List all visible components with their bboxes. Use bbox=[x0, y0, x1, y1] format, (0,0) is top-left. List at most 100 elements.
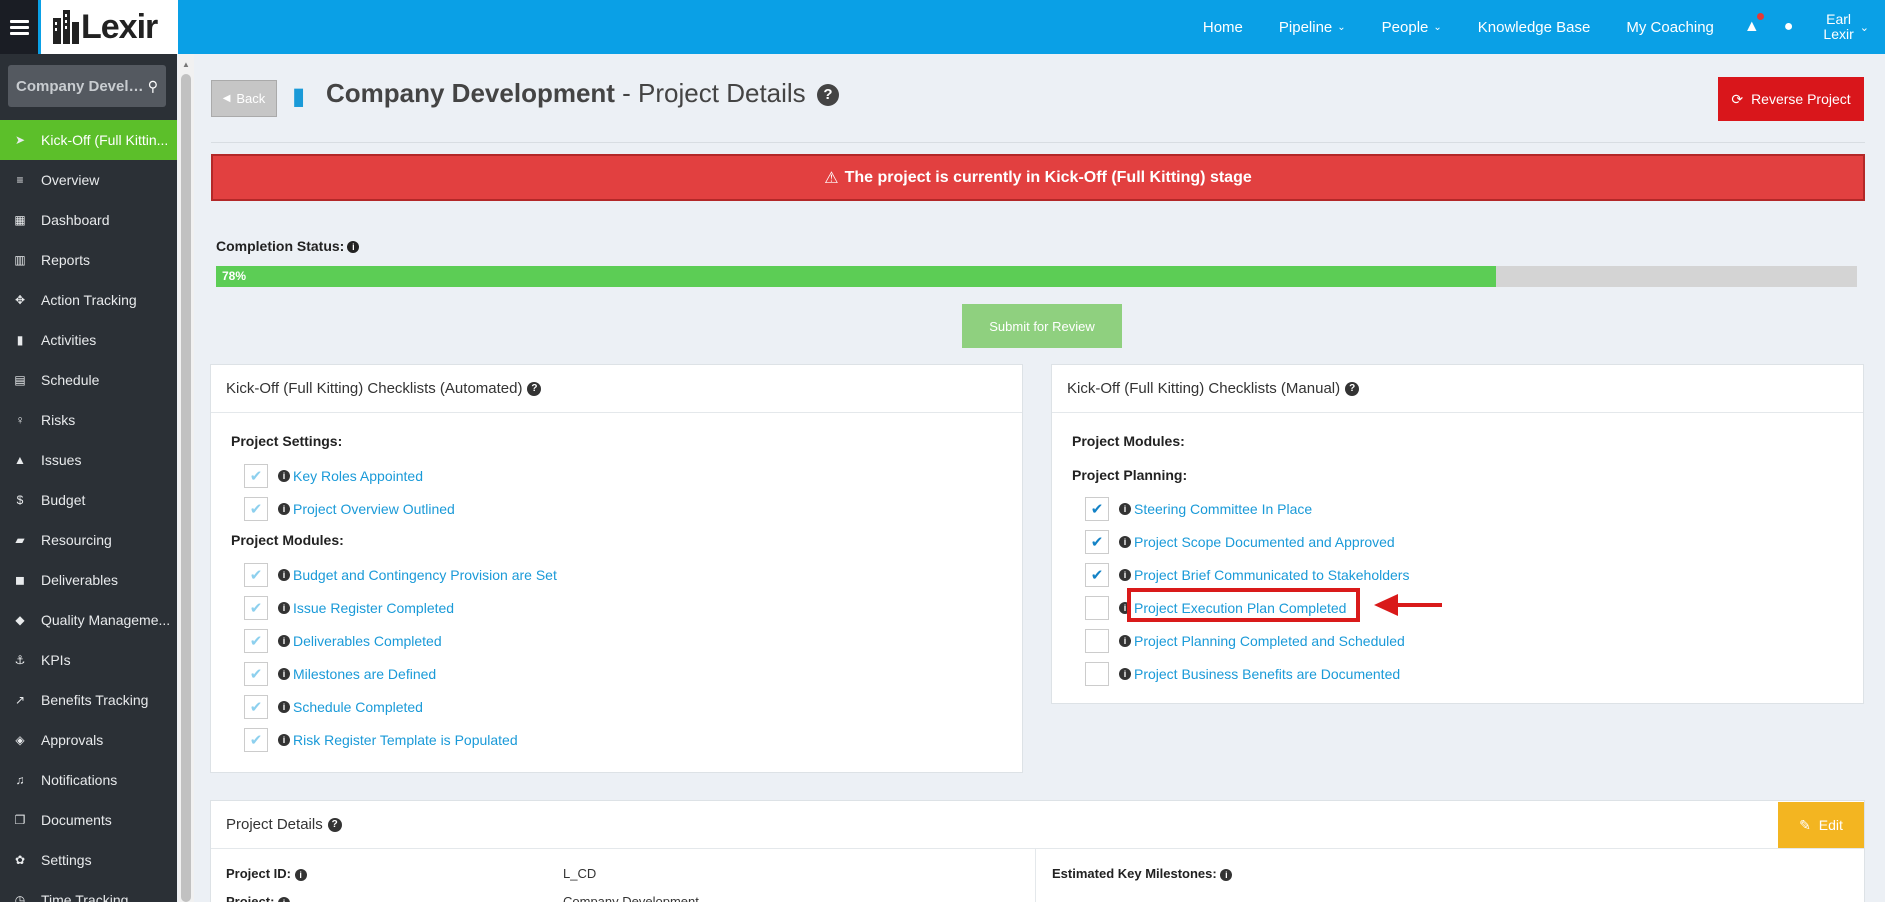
checklist-checkbox[interactable]: ✔ bbox=[244, 563, 268, 587]
sidebar-item-activities[interactable]: ▮ Activities bbox=[0, 320, 177, 360]
sidebar-project-search[interactable]: Company Develo... ⚲ bbox=[8, 65, 166, 107]
checklist-checkbox[interactable]: ✔ bbox=[1085, 497, 1109, 521]
sidebar-item-overview[interactable]: ≡ Overview bbox=[0, 160, 177, 200]
nav-knowledge-base[interactable]: Knowledge Base bbox=[1460, 0, 1609, 54]
submit-for-review-button[interactable]: Submit for Review bbox=[962, 304, 1122, 348]
sidebar-item-issues[interactable]: ▲ Issues bbox=[0, 440, 177, 480]
edit-button-label: Edit bbox=[1818, 817, 1843, 833]
checklist-item-link[interactable]: Deliverables Completed bbox=[293, 633, 442, 649]
nav-people[interactable]: People ⌄ bbox=[1364, 0, 1460, 54]
sidebar-item-time-tracking[interactable]: ◷ Time Tracking bbox=[0, 880, 177, 902]
checklist-checkbox[interactable]: ✔ bbox=[244, 662, 268, 686]
sidebar-item-benefits-tracking[interactable]: ↗ Benefits Tracking bbox=[0, 680, 177, 720]
info-icon[interactable]: i bbox=[278, 734, 290, 746]
checklist-checkbox[interactable]: ✔ bbox=[244, 497, 268, 521]
sidebar-item-schedule[interactable]: ▤ Schedule bbox=[0, 360, 177, 400]
checklist-checkbox[interactable]: ✔ bbox=[244, 728, 268, 752]
checklist-checkbox[interactable]: ✔ bbox=[244, 629, 268, 653]
info-icon[interactable]: i bbox=[278, 470, 290, 482]
sidebar-item-approvals[interactable]: ◈ Approvals bbox=[0, 720, 177, 760]
info-icon[interactable]: i bbox=[278, 701, 290, 713]
checklist-item-link[interactable]: Budget and Contingency Provision are Set bbox=[293, 567, 557, 583]
logo[interactable]: Lexir bbox=[41, 0, 178, 54]
checklist-checkbox[interactable]: ✔ bbox=[1085, 563, 1109, 587]
notification-dot bbox=[1756, 13, 1764, 20]
help-icon[interactable]: ? bbox=[327, 817, 342, 832]
edit-button[interactable]: ✎ Edit bbox=[1778, 802, 1864, 848]
reverse-project-button[interactable]: ⟳ Reverse Project bbox=[1718, 77, 1864, 121]
info-icon[interactable]: i bbox=[278, 897, 291, 902]
sidebar-item-kick-off-full-kittin[interactable]: ➤ Kick-Off (Full Kittin... bbox=[0, 120, 177, 160]
checklist-item-link[interactable]: Project Brief Communicated to Stakeholde… bbox=[1134, 567, 1409, 583]
checklist-item-link[interactable]: Project Business Benefits are Documented bbox=[1134, 666, 1400, 682]
checklist-checkbox[interactable]: ✔ bbox=[1085, 596, 1109, 620]
checklist-checkbox[interactable]: ✔ bbox=[1085, 662, 1109, 686]
nav-home[interactable]: Home bbox=[1185, 0, 1261, 54]
checklist-checkbox[interactable]: ✔ bbox=[1085, 629, 1109, 653]
checklist-item-link[interactable]: Project Scope Documented and Approved bbox=[1134, 534, 1395, 550]
chevron-down-icon[interactable]: ⌄ bbox=[1860, 21, 1885, 34]
checklist-item: ✔ i Budget and Contingency Provision are S… bbox=[244, 563, 557, 587]
checklist-item-link[interactable]: Project Overview Outlined bbox=[293, 501, 455, 517]
help-icon[interactable]: ? bbox=[527, 381, 542, 396]
user-menu[interactable]: Earl Lexir bbox=[1805, 12, 1859, 42]
sidebar-item-risks[interactable]: ♀ Risks bbox=[0, 400, 177, 440]
sidebar-item-notifications[interactable]: ♫ Notifications bbox=[0, 760, 177, 800]
checklist-item-link[interactable]: Milestones are Defined bbox=[293, 666, 436, 682]
sidebar-item-documents[interactable]: ❐ Documents bbox=[0, 800, 177, 840]
sidebar-item-budget[interactable]: $ Budget bbox=[0, 480, 177, 520]
info-icon[interactable]: i bbox=[1119, 569, 1131, 581]
info-icon[interactable]: i bbox=[294, 869, 307, 881]
checklist-checkbox[interactable]: ✔ bbox=[1085, 530, 1109, 554]
checklist-item-link[interactable]: Steering Committee In Place bbox=[1134, 501, 1312, 517]
checklist-item-link[interactable]: Project Planning Completed and Scheduled bbox=[1134, 633, 1405, 649]
info-icon[interactable]: i bbox=[1119, 536, 1131, 548]
scrollbar-thumb[interactable] bbox=[181, 74, 191, 902]
info-icon[interactable]: i bbox=[1119, 668, 1131, 680]
info-icon[interactable]: i bbox=[278, 569, 290, 581]
manual-panel-title: Kick-Off (Full Kitting) Checklists (Manu… bbox=[1067, 380, 1341, 397]
sidebar-item-action-tracking[interactable]: ✥ Action Tracking bbox=[0, 280, 177, 320]
tag-icon: ◆ bbox=[15, 613, 25, 627]
checklist-checkbox[interactable]: ✔ bbox=[244, 596, 268, 620]
nav-my-coaching[interactable]: My Coaching bbox=[1608, 0, 1732, 54]
sidebar-item-kpis[interactable]: ⚓ KPIs bbox=[0, 640, 177, 680]
checklist-item-link[interactable]: Issue Register Completed bbox=[293, 600, 454, 616]
info-icon[interactable]: i bbox=[278, 635, 290, 647]
sidebar-item-settings[interactable]: ✿ Settings bbox=[0, 840, 177, 880]
hamburger-menu-icon[interactable] bbox=[0, 0, 38, 54]
info-icon[interactable]: i bbox=[1119, 635, 1131, 647]
nav-pipeline[interactable]: Pipeline ⌄ bbox=[1261, 0, 1364, 54]
checklist-checkbox[interactable]: ✔ bbox=[244, 695, 268, 719]
checklist-item-link[interactable]: Schedule Completed bbox=[293, 699, 423, 715]
project-name-label-text: Project: bbox=[226, 894, 275, 902]
sidebar-item-quality-manageme[interactable]: ◆ Quality Manageme... bbox=[0, 600, 177, 640]
info-icon[interactable]: i bbox=[278, 668, 290, 680]
sidebar-item-reports[interactable]: ▥ Reports bbox=[0, 240, 177, 280]
sidebar: Company Develo... ⚲ ➤ Kick-Off (Full Kitt… bbox=[0, 54, 177, 902]
globe-icon[interactable]: ● bbox=[1772, 0, 1806, 54]
sidebar-item-label: Benefits Tracking bbox=[41, 692, 149, 708]
sidebar-menu: ➤ Kick-Off (Full Kittin... ≡ Overview ▦ Dashb… bbox=[0, 120, 177, 902]
sidebar-item-deliverables[interactable]: ◼ Deliverables bbox=[0, 560, 177, 600]
scroll-up-arrow-icon[interactable]: ▲ bbox=[181, 60, 191, 70]
checklist-item: ✔ i Schedule Completed bbox=[244, 695, 423, 719]
checklist-item-link[interactable]: Risk Register Template is Populated bbox=[293, 732, 518, 748]
alert-warning-icon[interactable]: ▲ bbox=[1732, 0, 1772, 54]
info-icon[interactable]: i bbox=[278, 602, 290, 614]
help-icon[interactable]: ? bbox=[1345, 381, 1360, 396]
checklist-checkbox[interactable]: ✔ bbox=[244, 464, 268, 488]
logo-text: Lexir bbox=[81, 7, 158, 46]
info-icon[interactable]: i bbox=[1220, 869, 1233, 881]
checklist-item: ✔ i Milestones are Defined bbox=[244, 662, 436, 686]
sidebar-item-dashboard[interactable]: ▦ Dashboard bbox=[0, 200, 177, 240]
sidebar-item-label: Issues bbox=[41, 452, 82, 468]
search-icon[interactable]: ⚲ bbox=[148, 78, 158, 95]
back-button[interactable]: ◀ Back bbox=[211, 80, 277, 117]
info-icon[interactable]: i bbox=[347, 241, 360, 253]
sidebar-item-resourcing[interactable]: ▰ Resourcing bbox=[0, 520, 177, 560]
help-icon[interactable]: ? bbox=[816, 84, 839, 106]
checklist-item-link[interactable]: Key Roles Appointed bbox=[293, 468, 423, 484]
info-icon[interactable]: i bbox=[1119, 503, 1131, 515]
info-icon[interactable]: i bbox=[278, 503, 290, 515]
